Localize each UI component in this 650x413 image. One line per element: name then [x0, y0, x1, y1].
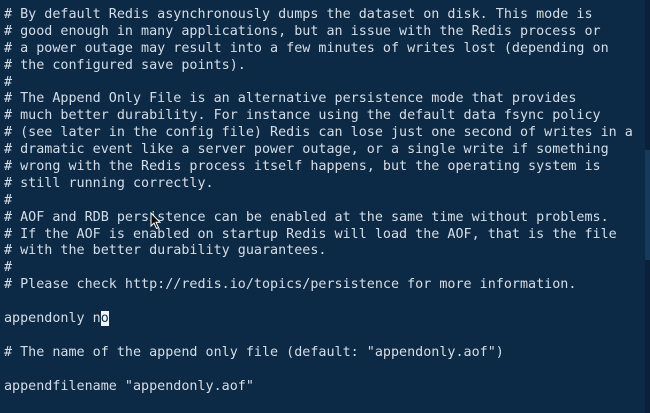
term-line: # dramatic event like a server power out… [4, 142, 609, 158]
appendonly-setting-line[interactable]: appendonly no [4, 311, 650, 328]
appendonly-text: appendonly n [4, 311, 101, 327]
term-line [4, 294, 650, 311]
term-line: # [4, 192, 13, 208]
term-line: # By default Redis asynchronously dumps … [4, 7, 593, 22]
term-line: # The name of the append only file (defa… [4, 344, 504, 360]
term-line: # much better durability. For instance u… [4, 108, 601, 124]
term-line: # a power outage may result into a few m… [4, 40, 609, 56]
terminal-editor[interactable]: # By default Redis asynchronously dumps … [0, 0, 650, 413]
term-line: # (see later in the config file) Redis c… [4, 125, 633, 141]
text-cursor: o [100, 311, 109, 327]
term-line: # good enough in many applications, but … [4, 23, 601, 39]
term-line: # [4, 74, 13, 90]
scrollbar-thumb[interactable] [645, 150, 650, 260]
mouse-pointer-icon [150, 212, 162, 230]
term-line: # If the AOF is enabled on startup Redis… [4, 226, 617, 242]
term-line: # the configured save points). [4, 57, 246, 73]
term-line: appendfilename "appendonly.aof" [4, 378, 254, 394]
term-line: # Please check http://redis.io/topics/pe… [4, 277, 577, 293]
term-line [4, 362, 650, 379]
term-line: # [4, 260, 13, 276]
term-line: # AOF and RDB persistence can be enabled… [4, 209, 609, 225]
term-line: # wrong with the Redis process itself ha… [4, 159, 601, 175]
scrollbar[interactable] [645, 0, 650, 413]
term-line: # with the better durability guarantees. [4, 243, 327, 259]
term-line [4, 328, 650, 345]
term-line: # The Append Only File is an alternative… [4, 91, 577, 107]
term-line: # still running correctly. [4, 175, 214, 191]
